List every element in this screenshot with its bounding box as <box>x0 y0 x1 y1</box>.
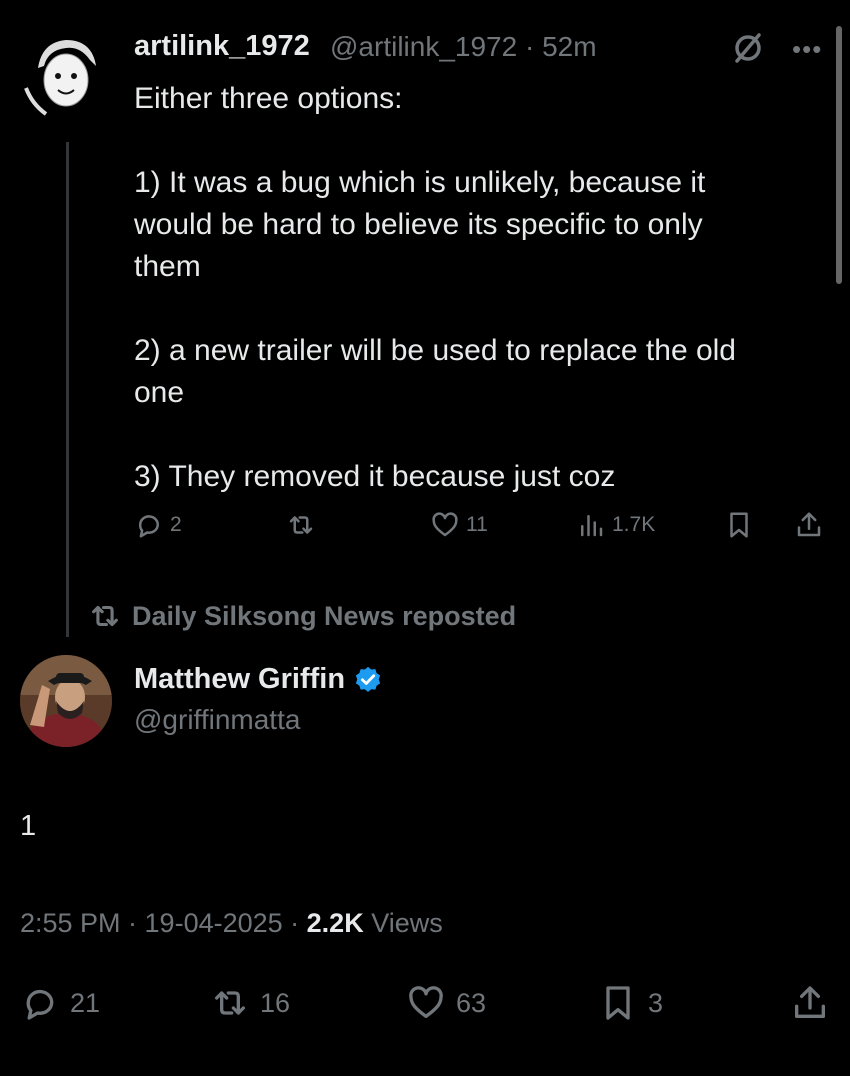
share-button[interactable] <box>794 507 824 543</box>
views-button[interactable]: 1.7K <box>576 507 655 543</box>
display-name[interactable]: Matthew Griffin <box>134 663 383 696</box>
repost-button[interactable]: 16 <box>210 983 290 1023</box>
reply-button[interactable]: 2 <box>134 507 182 543</box>
post-text: Either three options: 1) It was a bug wh… <box>134 78 804 498</box>
post-text: 1 <box>20 810 37 842</box>
repost-icon <box>215 991 245 1015</box>
post-text-line: them <box>134 250 201 283</box>
post-text-line: 2) a new trailer will be used to replace… <box>134 334 736 367</box>
views-count: 2.2K <box>306 908 364 938</box>
share-icon <box>795 986 825 1018</box>
display-name-text: Matthew Griffin <box>134 663 346 695</box>
post-text-line: 3) They removed it because just coz <box>134 460 616 493</box>
reply-icon <box>26 989 54 1020</box>
bookmark-button[interactable]: 3 <box>598 983 663 1023</box>
post-text-line: would be hard to believe its specific to… <box>134 208 703 241</box>
reply-count: 21 <box>70 987 101 1018</box>
share-icon <box>797 512 821 537</box>
bookmark-count: 3 <box>648 987 664 1018</box>
repost-icon <box>92 605 118 627</box>
like-button[interactable]: 11 <box>430 507 488 543</box>
avatar[interactable] <box>20 655 112 747</box>
repost-count: 16 <box>260 987 291 1018</box>
like-icon <box>409 986 443 1018</box>
share-button[interactable] <box>790 983 830 1023</box>
post-text-line: 1) It was a bug which is unlikely, becau… <box>134 166 706 199</box>
repost-indicator[interactable]: Daily Silksong News reposted <box>88 599 516 633</box>
handle[interactable]: @griffinmatta <box>134 704 300 736</box>
display-name[interactable]: artilink_1972 <box>134 30 310 63</box>
avatar-photo-icon <box>20 655 112 747</box>
like-icon <box>432 512 458 537</box>
handle-and-time[interactable]: @artilink_1972 · 52m <box>330 31 597 63</box>
avatar[interactable] <box>20 30 112 122</box>
scrollbar[interactable] <box>836 26 842 284</box>
bookmark-button[interactable] <box>724 507 754 543</box>
repost-icon <box>289 516 313 534</box>
repost-button[interactable] <box>286 507 316 543</box>
like-count: 11 <box>466 513 488 536</box>
views-label: Views <box>363 908 443 938</box>
reply-icon <box>138 515 159 538</box>
views-icon <box>581 515 603 537</box>
thread-connector-line <box>66 142 69 637</box>
repost-label: Daily Silksong News reposted <box>132 600 517 631</box>
grok-icon[interactable] <box>730 30 766 66</box>
bookmark-icon <box>606 986 630 1020</box>
verified-badge-icon[interactable] <box>353 665 383 695</box>
more-icon[interactable]: ••• <box>792 34 822 65</box>
bookmark-icon <box>730 512 748 538</box>
post-timestamp[interactable]: 2:55 PM · 19-04-2025 · 2.2K Views <box>20 908 443 939</box>
post-text-line: one <box>134 376 185 409</box>
reply-button[interactable]: 21 <box>20 983 100 1023</box>
like-count: 63 <box>456 987 487 1018</box>
like-button[interactable]: 63 <box>406 983 486 1023</box>
avatar-drawing-icon <box>20 30 112 122</box>
views-count: 1.7K <box>612 513 656 536</box>
post-text-line: Either three options: <box>134 82 403 115</box>
reply-count: 2 <box>170 513 182 536</box>
post-time: 2:55 PM · 19-04-2025 · <box>20 908 307 938</box>
